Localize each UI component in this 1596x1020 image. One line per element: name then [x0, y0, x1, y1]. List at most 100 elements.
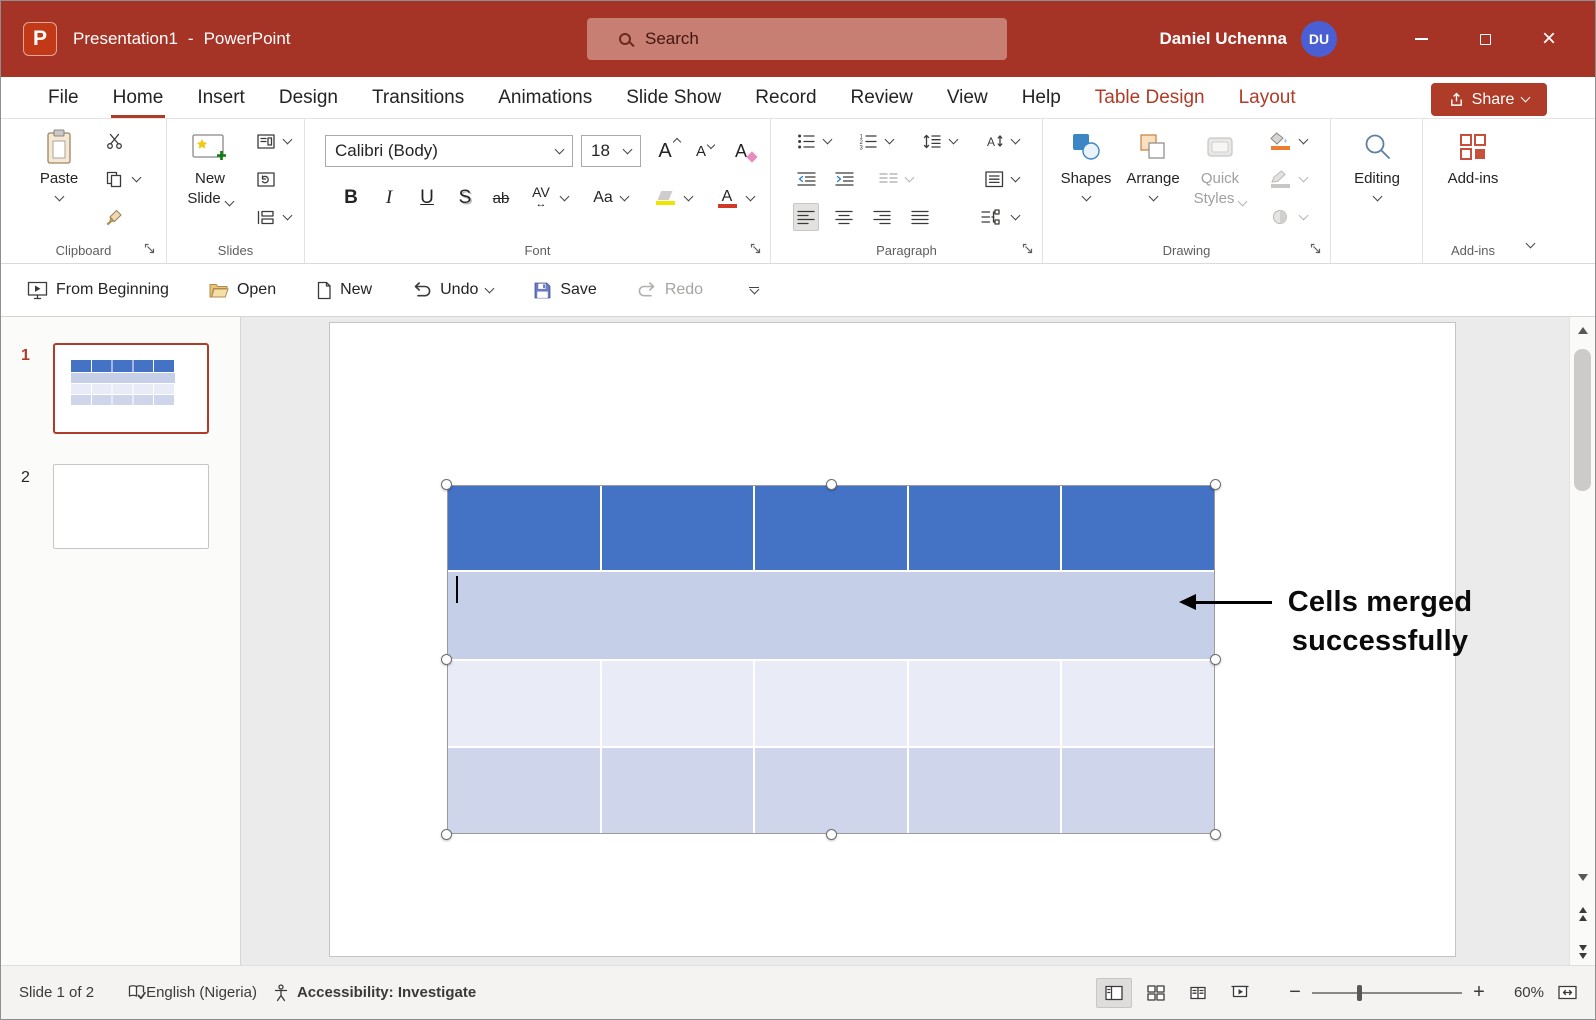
table-cell[interactable]	[448, 748, 600, 833]
font-color-button[interactable]: A	[711, 183, 743, 213]
customize-qat-button[interactable]	[749, 284, 760, 295]
share-button[interactable]: Share	[1431, 83, 1547, 116]
tab-insert[interactable]: Insert	[180, 77, 262, 118]
numbering-dropdown[interactable]	[881, 127, 897, 155]
spell-check-button[interactable]	[128, 984, 146, 1001]
change-case-button[interactable]: Aa	[587, 183, 619, 213]
language-indicator[interactable]: English (Nigeria)	[146, 984, 257, 1001]
close-button[interactable]: ×	[1517, 1, 1581, 77]
text-highlight-dropdown[interactable]	[681, 183, 696, 213]
reset-slide-button[interactable]	[253, 165, 279, 193]
decrease-indent-button[interactable]	[793, 165, 819, 193]
table-cell[interactable]	[755, 661, 907, 746]
table-handle-bottom-left[interactable]	[441, 829, 452, 840]
slide-section-dropdown[interactable]	[279, 203, 295, 231]
columns-dropdown[interactable]	[901, 165, 917, 193]
align-text-dropdown[interactable]	[1007, 165, 1023, 193]
table-cell[interactable]	[755, 748, 907, 833]
collapse-ribbon-button[interactable]	[1519, 235, 1541, 255]
open-button[interactable]: Open	[209, 281, 276, 299]
clear-formatting-button[interactable]: A	[725, 136, 758, 166]
table-handle-middle-left[interactable]	[441, 654, 452, 665]
arrange-button[interactable]: Arrange	[1123, 125, 1183, 202]
table-cell[interactable]	[601, 486, 754, 570]
redo-button[interactable]: Redo	[637, 281, 703, 299]
scroll-up-button[interactable]	[1570, 327, 1595, 334]
table-cell[interactable]	[448, 486, 600, 570]
table-cell[interactable]	[1062, 661, 1214, 746]
scrollbar-thumb[interactable]	[1574, 349, 1591, 491]
tab-slide-show[interactable]: Slide Show	[609, 77, 738, 118]
addins-button[interactable]: Add-ins	[1441, 125, 1505, 189]
convert-to-smartart-button[interactable]	[977, 203, 1003, 231]
slide-1-thumbnail[interactable]	[53, 343, 209, 434]
columns-button[interactable]	[875, 165, 901, 193]
bold-button[interactable]: B	[335, 183, 367, 213]
increase-indent-button[interactable]	[831, 165, 857, 193]
slide-table[interactable]	[441, 479, 1221, 840]
table-handle-top-middle[interactable]	[825, 479, 837, 490]
align-text-button[interactable]	[981, 165, 1007, 193]
shape-fill-dropdown[interactable]	[1295, 127, 1311, 155]
table-cell[interactable]	[1062, 486, 1214, 570]
line-spacing-button[interactable]	[919, 127, 945, 155]
from-beginning-button[interactable]: From Beginning	[27, 281, 169, 300]
format-painter-button[interactable]	[101, 203, 127, 231]
shapes-button[interactable]: Shapes	[1057, 125, 1115, 202]
slide-show-button[interactable]	[1222, 978, 1258, 1008]
zoom-out-button[interactable]: −	[1284, 981, 1306, 1004]
tab-file[interactable]: File	[31, 77, 96, 118]
avatar[interactable]: DU	[1301, 21, 1337, 57]
shrink-font-button[interactable]: A	[687, 136, 716, 166]
tab-record[interactable]: Record	[738, 77, 833, 118]
tab-review[interactable]: Review	[834, 77, 930, 118]
editing-button[interactable]: Editing	[1339, 125, 1415, 202]
justify-button[interactable]	[907, 203, 933, 231]
table-cell[interactable]	[601, 661, 754, 746]
table-handle-middle-right[interactable]	[1210, 654, 1221, 665]
convert-to-smartart-dropdown[interactable]	[1007, 203, 1023, 231]
undo-button[interactable]: Undo	[412, 281, 495, 299]
zoom-slider[interactable]	[1312, 984, 1462, 1002]
normal-view-button[interactable]	[1096, 977, 1132, 1008]
table-handle-bottom-right[interactable]	[1210, 829, 1221, 840]
zoom-slider-thumb[interactable]	[1357, 984, 1362, 1001]
table-cell[interactable]	[908, 748, 1061, 833]
paragraph-dialog-launcher[interactable]	[1021, 242, 1035, 256]
bullets-dropdown[interactable]	[819, 127, 835, 155]
shape-effects-button[interactable]	[1267, 203, 1293, 231]
tab-layout[interactable]: Layout	[1222, 77, 1313, 118]
maximize-button[interactable]	[1453, 1, 1517, 77]
user-name[interactable]: Daniel Uchenna	[1159, 1, 1287, 77]
shape-effects-dropdown[interactable]	[1295, 203, 1311, 231]
previous-slide-button[interactable]	[1570, 907, 1595, 921]
new-button[interactable]: New	[316, 281, 372, 300]
new-slide-button[interactable]: New Slide	[179, 125, 241, 209]
table-handle-top-left[interactable]	[441, 479, 452, 490]
slide-sorter-view-button[interactable]	[1138, 978, 1174, 1008]
font-size-combo[interactable]: 18	[581, 135, 641, 167]
align-right-button[interactable]	[869, 203, 895, 231]
drawing-dialog-launcher[interactable]	[1309, 242, 1323, 256]
copy-button[interactable]	[101, 165, 127, 193]
font-color-dropdown[interactable]	[743, 183, 758, 213]
minimize-button[interactable]	[1389, 1, 1453, 77]
powerpoint-logo[interactable]: P	[23, 22, 57, 56]
tab-animations[interactable]: Animations	[481, 77, 609, 118]
character-spacing-dropdown[interactable]	[557, 183, 572, 213]
font-family-combo[interactable]: Calibri (Body)	[325, 135, 573, 167]
text-shadow-button[interactable]: S	[449, 183, 481, 213]
align-left-button[interactable]	[793, 203, 819, 231]
table-handle-top-right[interactable]	[1210, 479, 1221, 490]
table-cell[interactable]	[908, 486, 1061, 570]
table-cell[interactable]	[755, 486, 907, 570]
tab-transitions[interactable]: Transitions	[355, 77, 481, 118]
quick-styles-button[interactable]: Quick Styles	[1189, 125, 1251, 209]
accessibility-checker[interactable]: Accessibility: Investigate	[273, 983, 476, 1002]
text-direction-button[interactable]: A	[981, 127, 1007, 155]
character-spacing-button[interactable]: AV ↔	[525, 183, 557, 213]
tab-table-design[interactable]: Table Design	[1078, 77, 1222, 118]
strikethrough-button[interactable]: ab	[485, 183, 517, 213]
table-merged-row[interactable]	[448, 572, 1214, 659]
italic-button[interactable]: I	[373, 183, 405, 213]
